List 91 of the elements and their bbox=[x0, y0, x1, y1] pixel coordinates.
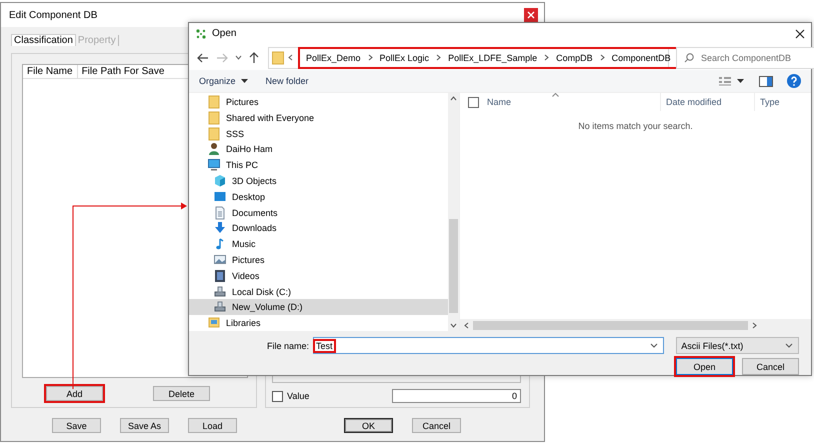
chevron-right-icon bbox=[544, 54, 550, 62]
breadcrumb-item[interactable]: PollEx_Demo bbox=[306, 52, 361, 63]
folder-icon bbox=[208, 126, 220, 141]
chevron-down-icon bbox=[785, 343, 793, 348]
file-type-dropdown[interactable]: Ascii Files(*.txt) bbox=[676, 337, 799, 354]
sort-caret-icon bbox=[552, 93, 559, 98]
folder-icon bbox=[272, 50, 284, 65]
navigation-item[interactable]: Pictures bbox=[189, 94, 448, 110]
chevron-left-icon bbox=[464, 322, 469, 328]
dialog-button[interactable]: Save bbox=[52, 418, 101, 433]
breadcrumb-item[interactable]: PollEx_LDFE_Sample bbox=[448, 52, 538, 63]
navigation-item[interactable]: Local Disk (C:) bbox=[189, 284, 448, 300]
library-folder-icon bbox=[208, 316, 220, 330]
breadcrumb-item[interactable]: CompDB bbox=[556, 52, 593, 63]
search-field[interactable]: Search ComponentDB bbox=[676, 46, 814, 69]
computer-icon bbox=[208, 158, 220, 172]
folder-icon bbox=[208, 94, 220, 109]
scroll-thumb[interactable] bbox=[449, 219, 458, 313]
horizontal-scrollbar[interactable] bbox=[460, 319, 811, 331]
chevron-right-icon bbox=[368, 54, 373, 62]
value-field[interactable]: 0 bbox=[392, 389, 521, 403]
vertical-scrollbar[interactable] bbox=[448, 93, 459, 331]
dialog-button[interactable]: Cancel bbox=[742, 358, 799, 375]
navigation-item[interactable]: 3D Objects bbox=[189, 173, 448, 189]
navigation-item[interactable]: Music bbox=[189, 236, 448, 252]
field-label: File name: bbox=[267, 340, 310, 350]
empty-message: No items match your search. bbox=[577, 120, 694, 134]
navigation-item[interactable]: This PC bbox=[189, 157, 448, 174]
drive-icon bbox=[214, 284, 226, 298]
film-icon bbox=[214, 268, 226, 283]
dialog-button[interactable]: Save As bbox=[120, 418, 169, 433]
dialog-button[interactable]: Load bbox=[188, 418, 237, 433]
organize-menu[interactable]: Organize bbox=[199, 76, 248, 86]
dialog-button[interactable]: Open bbox=[676, 358, 733, 375]
chevron-up-icon bbox=[450, 96, 457, 102]
cube-icon bbox=[214, 174, 226, 188]
back-arrow-icon[interactable] bbox=[197, 52, 209, 63]
dialog-button[interactable]: OK bbox=[344, 418, 393, 433]
navigation-item[interactable]: Shared with Everyone bbox=[189, 110, 448, 126]
new-folder-button[interactable]: New folder bbox=[266, 76, 309, 86]
navigation-item[interactable]: DaiHo Ham bbox=[189, 141, 448, 158]
drive-icon bbox=[214, 300, 226, 314]
scroll-thumb[interactable] bbox=[473, 320, 748, 330]
search-icon bbox=[684, 52, 694, 63]
view-options-icon[interactable] bbox=[719, 76, 745, 86]
chevron-down-icon[interactable] bbox=[235, 55, 242, 60]
chevron-right-icon bbox=[752, 322, 757, 328]
column-header[interactable]: Date modified bbox=[661, 93, 755, 112]
chevron-down-icon[interactable] bbox=[650, 343, 658, 348]
desktop-icon bbox=[214, 190, 226, 204]
person-icon bbox=[208, 142, 220, 156]
chevron-down-icon bbox=[450, 323, 457, 328]
navigation-item[interactable]: Desktop bbox=[189, 188, 448, 205]
checkbox-label: Value bbox=[287, 391, 310, 401]
dialog-button[interactable]: Cancel bbox=[412, 418, 461, 433]
window-title: Open bbox=[212, 28, 238, 40]
navigation-item[interactable]: Libraries bbox=[189, 315, 448, 331]
column-header[interactable]: Name bbox=[487, 93, 661, 112]
list-button[interactable]: Add bbox=[46, 386, 103, 401]
help-icon[interactable] bbox=[787, 74, 801, 88]
checkbox-icon[interactable] bbox=[468, 96, 479, 108]
breadcrumb-item[interactable]: ComponentDB bbox=[612, 52, 671, 63]
tab[interactable]: Classification bbox=[11, 34, 76, 46]
chevron-left-icon bbox=[288, 54, 293, 62]
down-arrow-icon bbox=[214, 221, 226, 236]
app-icon bbox=[195, 28, 207, 40]
caret-icon bbox=[240, 79, 248, 84]
column-header[interactable]: Type bbox=[755, 93, 780, 112]
document-icon bbox=[214, 206, 226, 220]
breadcrumb-item[interactable]: PollEx Logic bbox=[380, 52, 430, 63]
navigation-item[interactable]: New_Volume (D:) bbox=[189, 299, 448, 316]
chevron-right-icon bbox=[600, 54, 605, 62]
navigation-item[interactable]: Videos bbox=[189, 268, 448, 284]
list-button[interactable]: Delete bbox=[153, 386, 210, 401]
music-note-icon bbox=[214, 237, 226, 252]
navigation-item[interactable]: Documents bbox=[189, 204, 448, 220]
navigation-item[interactable]: SSS bbox=[189, 126, 448, 142]
folder-icon bbox=[208, 110, 220, 125]
checkbox[interactable] bbox=[272, 390, 283, 402]
up-arrow-icon[interactable] bbox=[249, 52, 259, 64]
close-icon bbox=[527, 11, 535, 19]
file-name-field[interactable]: Test bbox=[313, 337, 664, 354]
chevron-right-icon bbox=[436, 54, 442, 62]
column-header[interactable]: File Name bbox=[23, 65, 78, 78]
window-title: Edit Component DB bbox=[9, 10, 98, 20]
navigation-item[interactable]: Pictures bbox=[189, 252, 448, 268]
picture-icon bbox=[214, 252, 226, 267]
navigation-item[interactable]: Downloads bbox=[189, 220, 448, 236]
close-icon[interactable] bbox=[795, 28, 805, 39]
close-button[interactable] bbox=[524, 8, 538, 22]
preview-pane-icon[interactable] bbox=[759, 76, 773, 87]
